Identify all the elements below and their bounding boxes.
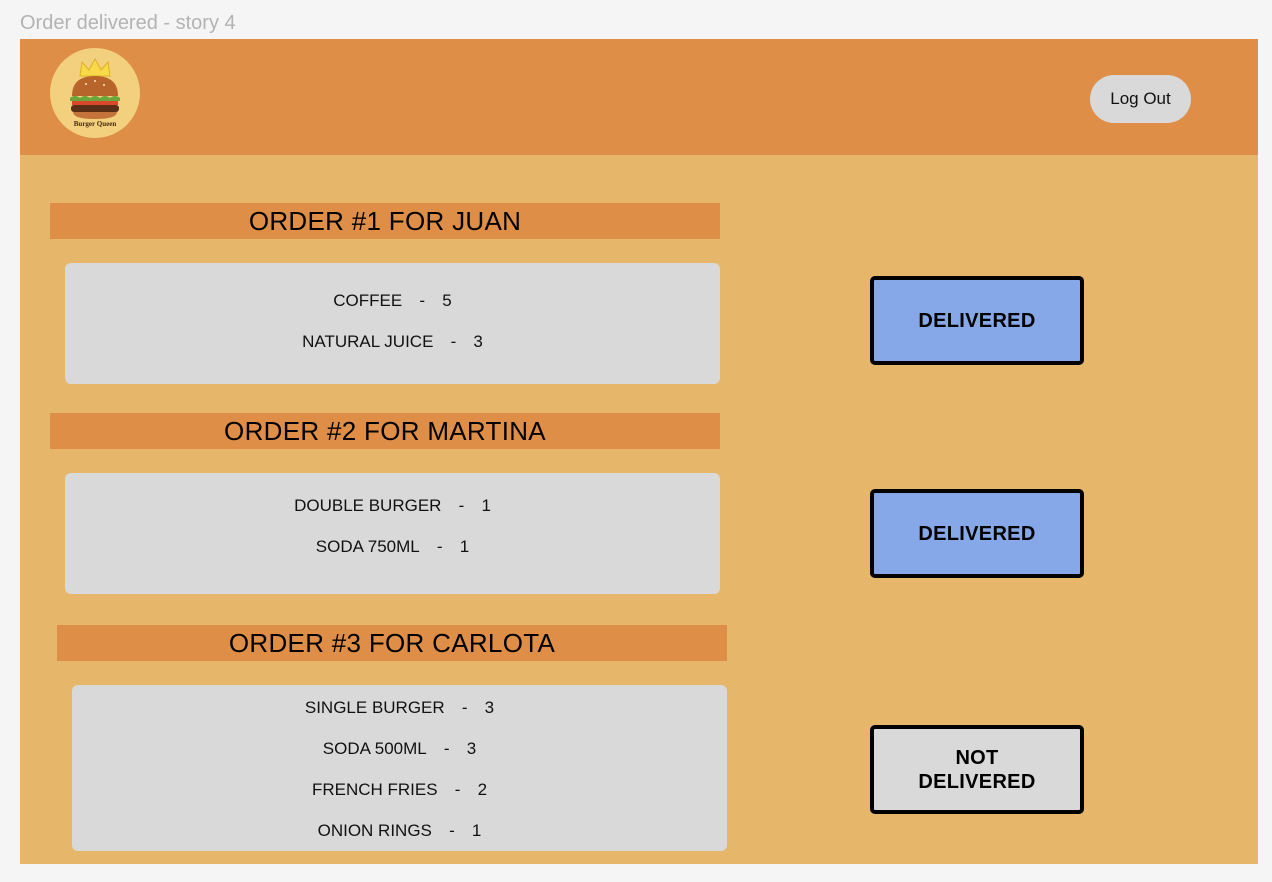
list-item: COFFEE -5 <box>333 291 452 310</box>
order-3-not-delivered-button[interactable]: NOT DELIVERED <box>870 725 1084 814</box>
list-item: FRENCH FRIES -2 <box>311 780 488 799</box>
order-1-title: ORDER #1 FOR JUAN <box>50 203 720 239</box>
logo-text: Burger Queen <box>73 120 117 128</box>
status-label-line2: DELIVERED <box>918 770 1036 793</box>
header-bar: Burger Queen Log Out <box>20 39 1258 155</box>
burger-queen-logo: Burger Queen <box>50 48 140 138</box>
order-1-delivered-button[interactable]: DELIVERED <box>870 276 1084 365</box>
frame-title: Order delivered - story 4 <box>20 12 236 34</box>
status-label-line1: NOT <box>955 746 999 769</box>
order-2-title: ORDER #2 FOR MARTINA <box>50 413 720 449</box>
logout-button[interactable]: Log Out <box>1090 75 1191 123</box>
app-frame: Burger Queen Log Out ORDER #1 FOR JUAN C… <box>20 39 1258 864</box>
order-3-title: ORDER #3 FOR CARLOTA <box>57 625 727 661</box>
list-item: SODA 500ML -3 <box>322 739 477 758</box>
list-item: ONION RINGS -1 <box>317 821 482 840</box>
order-2-delivered-button[interactable]: DELIVERED <box>870 489 1084 578</box>
order-2-items: DOUBLE BURGER -1 SODA 750ML -1 <box>65 473 720 594</box>
order-3-items: SINGLE BURGER -3 SODA 500ML -3 FRENCH FRIE… <box>72 685 727 851</box>
list-item: SODA 750ML -1 <box>315 537 470 556</box>
order-1-items: COFFEE -5 NATURAL JUICE -3 <box>65 263 720 384</box>
list-item: SINGLE BURGER -3 <box>304 698 495 717</box>
list-item: DOUBLE BURGER -1 <box>294 496 491 515</box>
list-item: NATURAL JUICE -3 <box>302 332 483 351</box>
